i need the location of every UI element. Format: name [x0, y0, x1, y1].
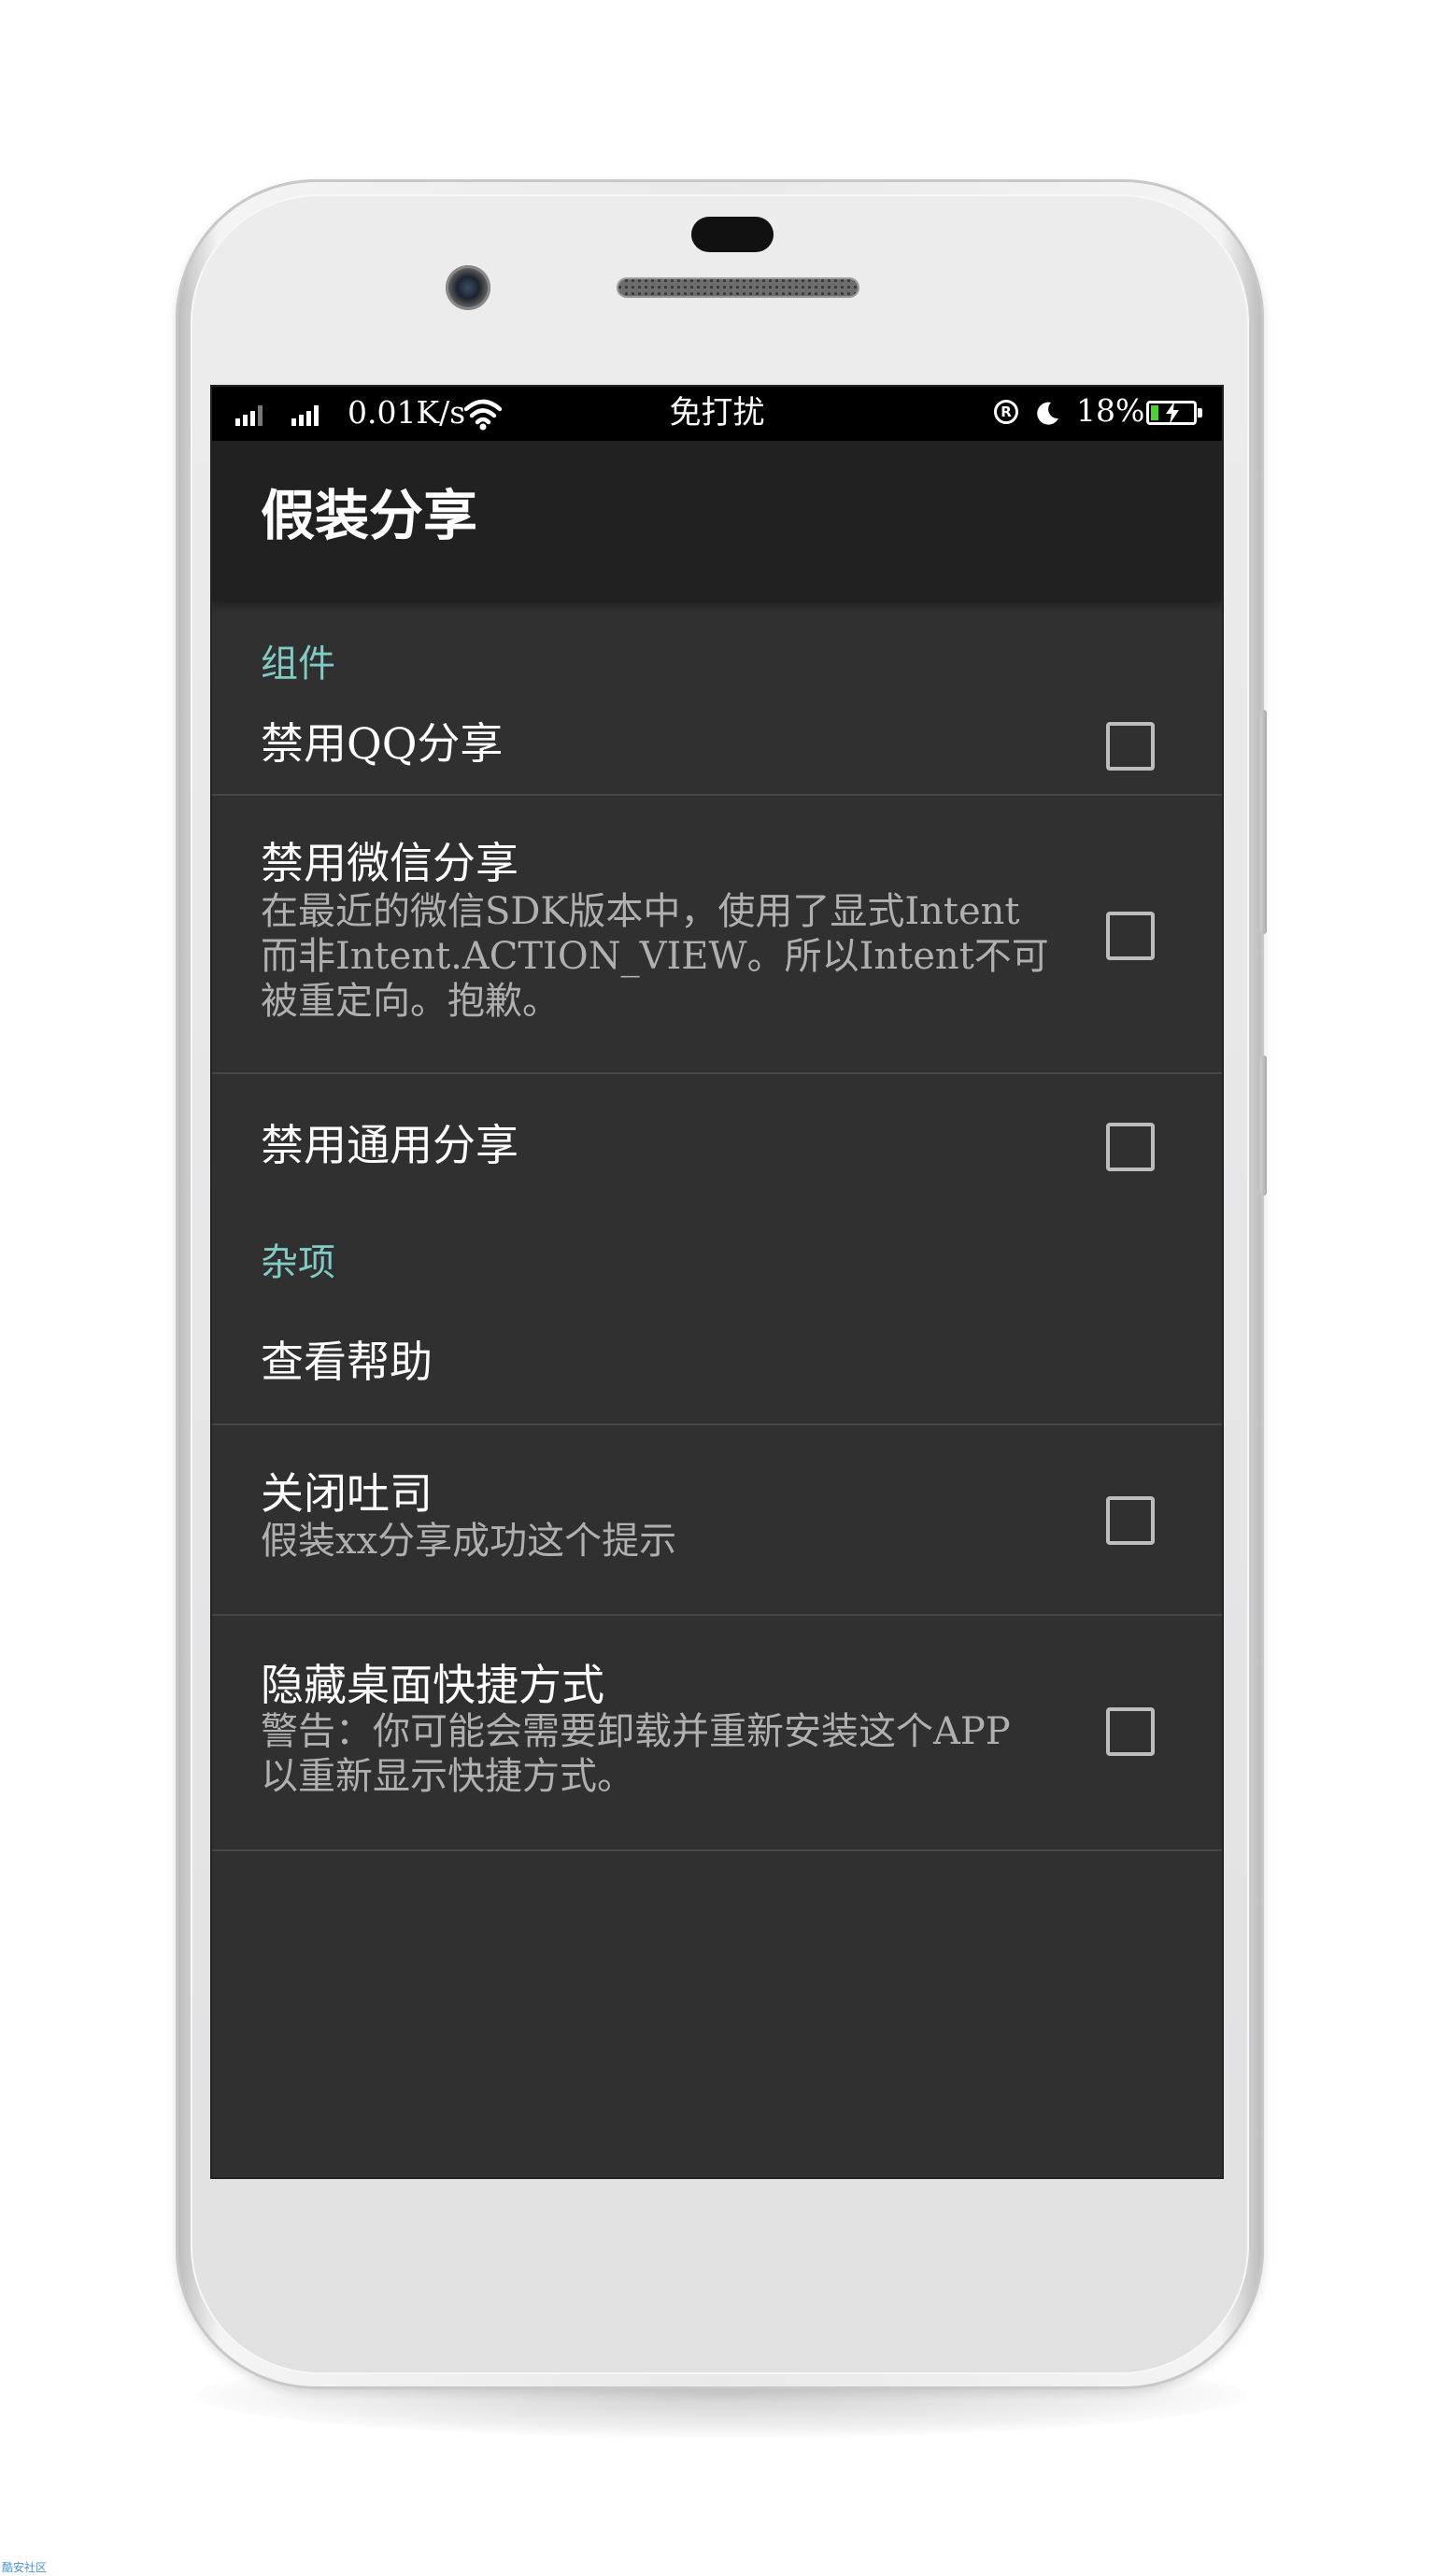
registered-icon: R: [994, 400, 1018, 424]
pref-disable-qq-share[interactable]: 禁用QQ分享: [212, 695, 1222, 796]
device-mockup: 0.01K/s 免打扰 R 18% 假装分享 组件 禁用QQ分享 禁用微信分享 …: [0, 0, 1434, 2576]
pref-title: 禁用QQ分享: [261, 718, 504, 769]
pref-title: 禁用微信分享: [261, 838, 518, 888]
battery-percent: 18%: [1076, 392, 1145, 429]
summary-line: 在最近的微信SDK版本中，使用了显式Intent: [261, 890, 1020, 933]
checkbox[interactable]: [1106, 1123, 1155, 1171]
pref-title: 禁用通用分享: [261, 1120, 518, 1170]
summary-line: 而非Intent.ACTION_VIEW。所以Intent不可: [261, 935, 1049, 978]
summary-line: 假装xx分享成功这个提示: [261, 1520, 677, 1563]
summary-line: 被重定向。抱歉。: [261, 980, 560, 1023]
checkbox[interactable]: [1106, 722, 1155, 771]
pref-view-help[interactable]: 查看帮助: [212, 1291, 1222, 1425]
pref-summary: 警告：你可能会需要卸载并重新安装这个APP 以重新显示快捷方式。: [261, 1709, 1055, 1799]
battery-charging-icon: [1146, 401, 1202, 425]
checkbox[interactable]: [1106, 1707, 1155, 1756]
pref-summary: 在最近的微信SDK版本中，使用了显式Intent 而非Intent.ACTION…: [261, 889, 1055, 1024]
pref-title: 隐藏桌面快捷方式: [261, 1660, 604, 1710]
pref-close-toast[interactable]: 关闭吐司 假装xx分享成功这个提示: [212, 1425, 1222, 1616]
pref-title: 关闭吐司: [261, 1468, 433, 1519]
summary-line: 警告：你可能会需要卸载并重新安装这个APP: [261, 1710, 1011, 1753]
volume-button: [1260, 710, 1267, 934]
watermark: 酷安社区: [2, 2561, 48, 2574]
pref-disable-wechat-share[interactable]: 禁用微信分享 在最近的微信SDK版本中，使用了显式Intent 而非Intent…: [212, 796, 1222, 1074]
front-camera: [446, 265, 490, 310]
pref-disable-generic-share[interactable]: 禁用通用分享: [212, 1074, 1222, 1210]
app-toolbar: 假装分享: [212, 441, 1222, 602]
pref-title: 查看帮助: [261, 1337, 433, 1387]
charging-bolt-icon: [1166, 402, 1179, 424]
speaker-grille: [617, 277, 859, 298]
category-header-components: 组件: [261, 643, 335, 686]
status-bar: 0.01K/s 免打扰 R 18%: [212, 387, 1222, 441]
summary-line: 以重新显示快捷方式。: [261, 1755, 634, 1798]
checkbox[interactable]: [1106, 912, 1155, 960]
pref-summary: 假装xx分享成功这个提示: [261, 1519, 1055, 1564]
checkbox[interactable]: [1106, 1496, 1155, 1545]
earpiece: [691, 217, 774, 252]
moon-icon: [1037, 402, 1058, 425]
page-title: 假装分享: [261, 484, 478, 547]
battery-level-fill: [1151, 405, 1158, 420]
do-not-disturb-label: 免打扰: [669, 394, 765, 432]
screen: 0.01K/s 免打扰 R 18% 假装分享 组件 禁用QQ分享 禁用微信分享 …: [210, 385, 1224, 2179]
pref-hide-shortcut[interactable]: 隐藏桌面快捷方式 警告：你可能会需要卸载并重新安装这个APP 以重新显示快捷方式…: [212, 1616, 1222, 1851]
category-header-misc: 杂项: [261, 1241, 335, 1284]
power-button: [1260, 1055, 1267, 1196]
